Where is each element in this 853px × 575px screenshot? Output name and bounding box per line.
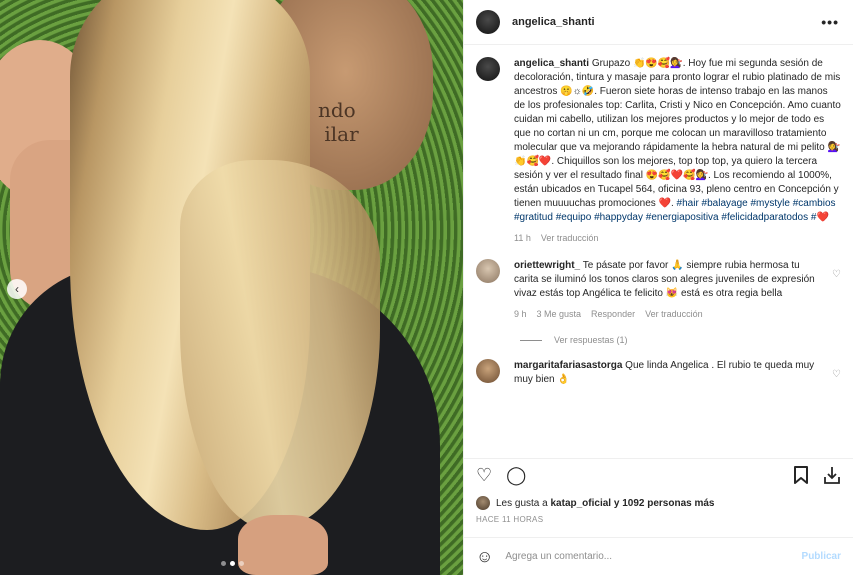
caption-time: 11 h (514, 233, 531, 243)
publish-button[interactable]: Publicar (802, 551, 841, 562)
caption-translate-link[interactable]: Ver traducción (541, 231, 599, 245)
likes-prefix: Les gusta a (496, 497, 548, 509)
add-comment-bar: ☺ Publicar (464, 537, 853, 575)
avatar[interactable] (476, 259, 500, 283)
likes-count[interactable]: y 1092 personas más (614, 498, 715, 509)
heart-icon[interactable]: ♡ (476, 466, 492, 484)
likes-user[interactable]: katap_oficial (551, 498, 612, 509)
caption: angelica_shanti Grupazo 👏😍🥰💇‍♀️. Hoy fue… (476, 57, 841, 245)
comment-input[interactable] (505, 551, 790, 562)
comment-likes[interactable]: 3 Me gusta (537, 307, 582, 321)
avatar[interactable] (476, 496, 490, 510)
comment-username[interactable]: oriettewright_ (514, 260, 580, 271)
comment: margaritafariasastorga Que linda Angelic… (476, 359, 841, 387)
carousel-dots (221, 561, 244, 566)
replies-line (520, 339, 542, 341)
carousel-dot (239, 561, 244, 566)
avatar[interactable] (476, 57, 500, 81)
caption-text: Grupazo 👏😍🥰💇‍♀️. Hoy fue mi segunda sesi… (514, 58, 841, 209)
comment: oriettewright_ Te pásate por favor 🙏 sie… (476, 259, 841, 321)
comment-username[interactable]: margaritafariasastorga (514, 360, 622, 371)
carousel-dot-active (230, 561, 235, 566)
share-download-icon[interactable] (823, 466, 841, 484)
caption-username[interactable]: angelica_shanti (514, 58, 589, 69)
post-photo[interactable]: ndo ilar ‹ (0, 0, 463, 575)
emoji-icon[interactable]: ☺ (476, 547, 493, 567)
plaque-text: ndo ilar (318, 98, 359, 146)
view-replies[interactable]: Ver respuestas (1) (520, 335, 841, 345)
comments-scroll[interactable]: angelica_shanti Grupazo 👏😍🥰💇‍♀️. Hoy fue… (464, 45, 853, 458)
carousel-dot (221, 561, 226, 566)
more-horizontal-icon[interactable]: ••• (821, 14, 839, 30)
bookmark-icon[interactable] (793, 465, 809, 484)
likes-summary: Les gusta a katap_oficial y 1092 persona… (476, 496, 841, 510)
chevron-left-icon: ‹ (15, 282, 19, 296)
comment-translate-link[interactable]: Ver traducción (645, 307, 703, 321)
post-header: angelica_shanti ••• (464, 0, 853, 45)
post-panel: angelica_shanti ••• angelica_shanti Grup… (463, 0, 853, 575)
comment-reply-link[interactable]: Responder (591, 307, 635, 321)
post-username[interactable]: angelica_shanti (512, 16, 821, 28)
comment-icon[interactable]: ◯ (506, 466, 526, 484)
action-bar: ♡ ◯ (464, 458, 853, 490)
avatar[interactable] (476, 10, 500, 34)
posted-time: HACE 11 HORAS (476, 515, 544, 524)
hand (238, 515, 328, 575)
comment-like-heart-icon[interactable]: ♡ (832, 269, 841, 280)
avatar[interactable] (476, 359, 500, 383)
comment-time: 9 h (514, 309, 527, 319)
comment-like-heart-icon[interactable]: ♡ (832, 369, 841, 380)
view-replies-label[interactable]: Ver respuestas (1) (554, 335, 628, 345)
carousel-prev-button[interactable]: ‹ (7, 279, 27, 299)
